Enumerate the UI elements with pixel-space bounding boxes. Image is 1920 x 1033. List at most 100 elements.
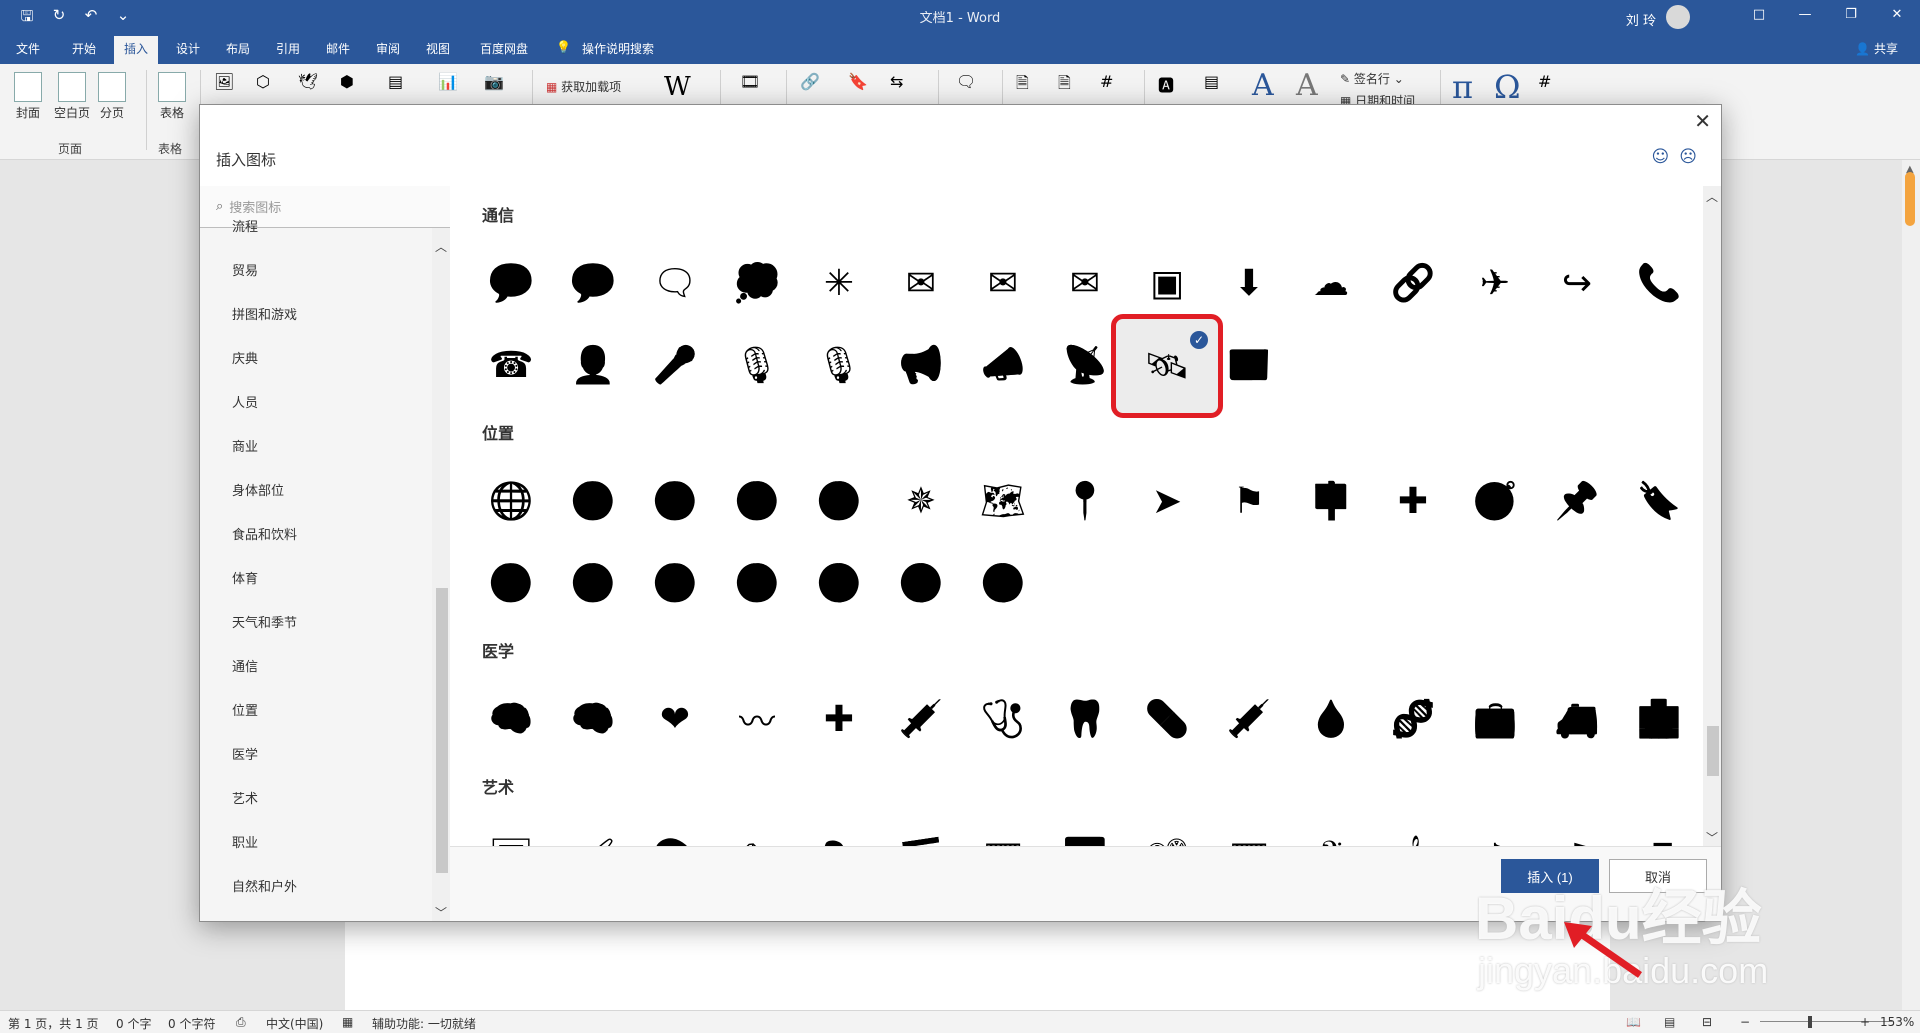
icon-tile[interactable]: 📣 <box>964 326 1042 404</box>
category-communication[interactable]: 通信 <box>200 658 432 702</box>
icon-tile[interactable]: 🩸 <box>1292 680 1370 758</box>
icon-tile[interactable]: 📽 <box>1128 818 1206 846</box>
online-video-icon[interactable]: 🎞 <box>740 72 768 100</box>
icon-tile[interactable]: 💊 <box>1128 680 1206 758</box>
icon-tile[interactable]: 🔗 <box>1374 244 1452 322</box>
category-location[interactable]: 位置 <box>200 702 432 746</box>
icon-tile[interactable]: 🎙 <box>718 326 796 404</box>
icon-tile[interactable]: ✚ <box>1374 462 1452 540</box>
icon-tile[interactable]: 🌏 <box>718 462 796 540</box>
icon-tile[interactable]: ✳ <box>800 244 878 322</box>
category-sports[interactable]: 体育 <box>200 570 432 614</box>
sidebar-scroll-thumb[interactable] <box>436 588 448 873</box>
smile-icon[interactable]: ☺ <box>1652 147 1670 167</box>
icon-tile[interactable]: ✉ <box>882 244 960 322</box>
icon-tile[interactable]: ✚ <box>800 680 878 758</box>
cross-reference-icon[interactable]: ⇆ <box>890 72 918 100</box>
category-weather-seasons[interactable]: 天气和季节 <box>200 614 432 658</box>
icon-tile[interactable]: 🌏 <box>554 544 632 622</box>
3d-model-icon[interactable]: ⬢ <box>340 72 368 100</box>
bookmark-icon[interactable]: 🔖 <box>848 72 876 100</box>
icon-tile[interactable]: 📰 <box>1210 326 1288 404</box>
picture-icon[interactable]: 🖼 <box>214 72 242 100</box>
tab-references[interactable]: 引用 <box>276 40 300 57</box>
blank-page-button[interactable]: 空白页 <box>54 72 90 121</box>
chevron-down-icon[interactable]: ﹀ <box>1706 829 1718 846</box>
tab-insert[interactable]: 插入 <box>114 36 159 65</box>
icon-tile[interactable]: 🖌 <box>554 818 632 846</box>
drop-cap-icon[interactable]: A <box>1296 68 1318 103</box>
icons-icon[interactable]: 🕊 <box>298 72 326 100</box>
zoom-slider[interactable] <box>1760 1021 1892 1022</box>
icon-tile[interactable]: 🎬 <box>882 818 960 846</box>
table-button[interactable]: 表格 <box>158 72 186 121</box>
frown-icon[interactable]: ☹ <box>1679 147 1697 167</box>
chevron-up-icon[interactable]: ︿ <box>435 238 447 255</box>
get-addins-button[interactable]: ▦ 获取加载项 <box>546 78 621 95</box>
icon-tile[interactable]: ✈ <box>1456 244 1534 322</box>
icon-tile[interactable]: 🌍 <box>636 462 714 540</box>
zoom-in-icon[interactable]: + <box>1860 1015 1870 1029</box>
zoom-slider-thumb[interactable] <box>1808 1016 1812 1028</box>
icon-tile[interactable]: 🎨 <box>636 818 714 846</box>
wikipedia-button[interactable]: W <box>664 72 691 102</box>
icon-tile[interactable]: 🧠 <box>554 680 632 758</box>
icon-tile[interactable]: ✉ <box>1046 244 1124 322</box>
icon-tile[interactable]: 📌 <box>1538 462 1616 540</box>
icon-tile[interactable]: 🎭 <box>800 818 878 846</box>
icon-tile[interactable]: 👤 <box>554 326 632 404</box>
icon-tile[interactable]: 🌎 <box>882 544 960 622</box>
icon-tile[interactable]: ♪ <box>1456 818 1534 847</box>
icon-tile[interactable]: 💼 <box>1456 680 1534 758</box>
equation-button[interactable]: π <box>1452 68 1473 106</box>
icon-tile[interactable]: 📍 <box>1046 462 1124 540</box>
icon-tile[interactable]: 🗨 <box>636 244 714 322</box>
gallery-scrollbar[interactable]: ︿ ﹀ <box>1703 186 1721 846</box>
signature-line-button[interactable]: ✎ 签名行 ⌄ <box>1340 70 1404 87</box>
icon-tile[interactable]: 📢 <box>882 326 960 404</box>
icon-tile[interactable]: ♫ <box>1538 818 1616 847</box>
chevron-up-icon[interactable]: ︿ <box>1706 188 1718 205</box>
language-indicator[interactable]: 中文(中国) <box>266 1015 323 1032</box>
icon-tile[interactable]: ▣ <box>1128 244 1206 322</box>
tab-file[interactable]: 文件 <box>16 40 40 57</box>
icon-tile[interactable]: 🎞 <box>1210 818 1288 846</box>
tab-baidu-netdisk[interactable]: 百度网盘 <box>480 40 528 57</box>
wordart-icon[interactable]: A <box>1252 68 1274 103</box>
icon-tile[interactable]: 🧬 <box>1374 680 1452 758</box>
chart-icon[interactable]: 📊 <box>438 72 466 100</box>
icon-tile[interactable]: 🏥 <box>1620 680 1698 758</box>
icon-tile[interactable]: 🌏 <box>800 462 878 540</box>
icon-tile[interactable]: 🔖 <box>1620 462 1698 540</box>
text-box-icon[interactable]: 🅰 <box>1158 72 1186 100</box>
icon-tile[interactable]: ☎ <box>472 326 550 404</box>
share-button[interactable]: 👤 共享 <box>1855 40 1898 57</box>
icon-tile[interactable]: 🦷 <box>1046 680 1124 758</box>
icon-tile[interactable]: 〰 <box>718 680 796 758</box>
category-medical[interactable]: 医学 <box>200 746 432 790</box>
icon-tile[interactable]: ↪ <box>1538 244 1616 322</box>
word-count[interactable]: 0 个字 <box>116 1015 151 1032</box>
icon-tile[interactable]: 🌏 <box>718 544 796 622</box>
link-icon[interactable]: 🔗 <box>800 72 828 100</box>
icon-tile[interactable]: ⬇ <box>1210 244 1288 322</box>
icon-tile[interactable]: 𝄢 <box>1292 818 1370 846</box>
icon-tile[interactable]: 🌐 <box>472 462 550 540</box>
category-people[interactable]: 人员 <box>200 394 432 438</box>
print-layout-icon[interactable]: ▤ <box>1664 1015 1675 1029</box>
icon-tile[interactable]: 🧭 <box>1456 462 1534 540</box>
category-body-parts[interactable]: 身体部位 <box>200 482 432 526</box>
tab-layout[interactable]: 布局 <box>226 40 250 57</box>
close-window-button[interactable]: ✕ <box>1874 0 1920 32</box>
zoom-level[interactable]: 153% <box>1880 1015 1914 1029</box>
tab-home[interactable]: 开始 <box>72 40 96 57</box>
zoom-out-icon[interactable]: − <box>1740 1015 1750 1029</box>
quick-parts-icon[interactable]: ▤ <box>1204 72 1232 100</box>
smartart-icon[interactable]: ▤ <box>388 72 416 100</box>
web-layout-icon[interactable]: ⊟ <box>1702 1015 1712 1029</box>
icon-tile[interactable]: ☁ <box>1292 244 1370 322</box>
document-scrollbar[interactable]: ▲ <box>1902 160 1920 1010</box>
gallery-scroll-thumb[interactable] <box>1707 726 1719 776</box>
icon-tile[interactable]: 🌍 <box>554 462 632 540</box>
icon-tile[interactable]: 🎙 <box>800 326 878 404</box>
